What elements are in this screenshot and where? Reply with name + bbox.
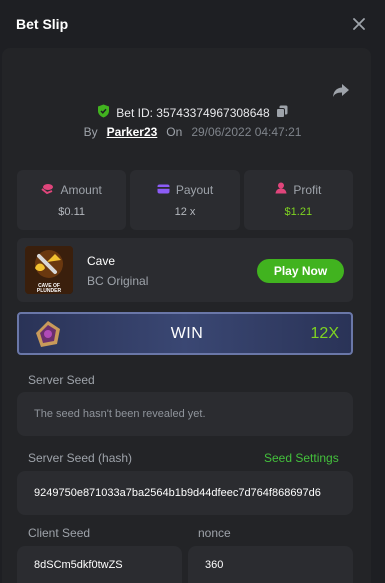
bet-slip-modal: Bet Slip Bet ID: 3574337496730864​8 By P… xyxy=(0,0,385,583)
result-multiplier: 12X xyxy=(310,324,339,342)
on-label: On xyxy=(166,125,183,139)
copy-icon[interactable] xyxy=(275,105,288,121)
client-seed-field[interactable]: 8dSCm5dkf0twZS xyxy=(17,546,182,583)
server-seed-hash-label: Server Seed (hash) xyxy=(28,451,133,465)
bet-id-row: Bet ID: 3574337496730864​8 xyxy=(0,104,385,121)
game-thumbnail[interactable]: CAVE OF PLUNDER xyxy=(25,246,73,294)
game-provider: BC Original xyxy=(87,274,149,288)
nonce-label: nonce xyxy=(198,526,231,540)
seed-settings-link[interactable]: Seed Settings xyxy=(264,451,339,465)
bet-author-row: By Parker23 On 29/06/2022 04:47:21 xyxy=(0,125,385,139)
card-icon xyxy=(157,183,170,197)
game-name: Cave xyxy=(87,254,116,268)
client-seed-label: Client Seed xyxy=(28,526,91,540)
share-icon[interactable] xyxy=(331,80,351,100)
stat-profit: Profit $1.21 xyxy=(243,170,353,230)
stat-payout: Payout 12 x xyxy=(130,170,240,230)
profit-icon xyxy=(275,182,287,197)
bet-date: 29/06/2022 04:47:21 xyxy=(191,125,302,139)
server-seed-hash-field[interactable]: 9249750e871033a7ba2564b1b9d44dfeec7d764f… xyxy=(17,471,353,515)
payout-value: 12 x xyxy=(174,205,196,218)
result-banner: WIN 12X xyxy=(17,312,353,355)
modal-title: Bet Slip xyxy=(16,16,69,32)
amount-value: $0.11 xyxy=(58,205,86,218)
verified-shield-icon xyxy=(97,104,110,121)
result-label: WIN xyxy=(170,324,204,342)
amount-label: Amount xyxy=(60,182,102,197)
bet-id: Bet ID: 3574337496730864​8 xyxy=(116,105,270,120)
game-card: CAVE OF PLUNDER Cave BC Original Play No… xyxy=(17,238,353,302)
svg-text:PLUNDER: PLUNDER xyxy=(37,288,62,294)
profit-value: $1.21 xyxy=(284,206,313,218)
nonce-field[interactable]: 360 xyxy=(188,546,353,583)
close-icon[interactable] xyxy=(351,16,367,32)
username-link[interactable]: Parker23 xyxy=(107,125,158,139)
profit-label: Profit xyxy=(293,182,322,197)
server-seed-label: Server Seed xyxy=(28,373,95,387)
by-label: By xyxy=(83,125,98,139)
treasure-icon xyxy=(33,319,63,349)
coins-icon xyxy=(41,183,54,197)
server-seed-field[interactable]: The seed hasn't been revealed yet. xyxy=(17,392,353,436)
stat-amount: Amount $0.11 xyxy=(17,170,127,230)
bet-stats: Amount $0.11 Payout 12 x Profit $1.21 xyxy=(17,170,353,230)
payout-label: Payout xyxy=(175,182,214,197)
play-now-button[interactable]: Play Now xyxy=(257,259,344,283)
modal-header: Bet Slip xyxy=(0,0,385,48)
